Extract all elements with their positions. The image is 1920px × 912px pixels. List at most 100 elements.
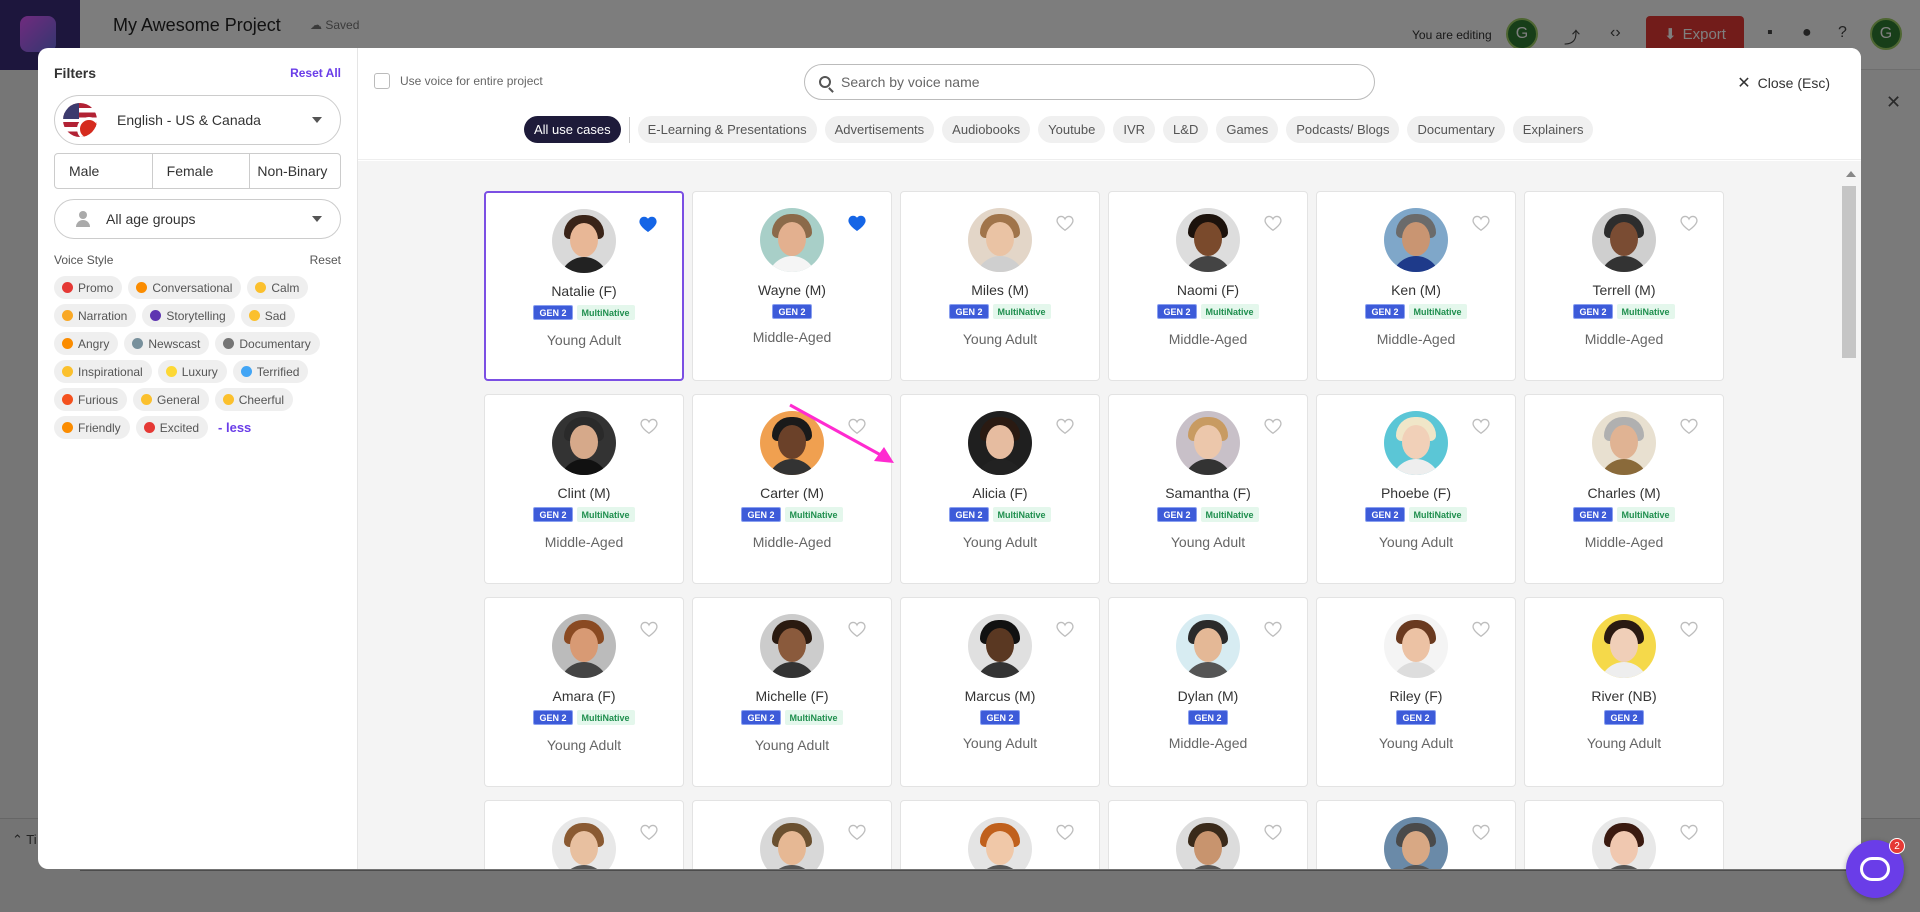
voice-card[interactable]: Phoebe (F) GEN 2 MultiNative Young Adult	[1316, 394, 1516, 584]
voice-card[interactable]	[1316, 800, 1516, 869]
voice-card[interactable]: Wayne (M) GEN 2 Middle-Aged	[692, 191, 892, 381]
multinative-badge: MultiNative	[1408, 304, 1467, 319]
voice-card[interactable]	[692, 800, 892, 869]
voice-style-tag[interactable]: Narration	[54, 304, 137, 327]
multinative-badge: MultiNative	[576, 710, 635, 725]
voice-card[interactable]: Samantha (F) GEN 2 MultiNative Young Adult	[1108, 394, 1308, 584]
use-case-tab[interactable]: Documentary	[1407, 116, 1505, 143]
voice-card[interactable]: Natalie (F) GEN 2 MultiNative Young Adult	[484, 191, 684, 381]
voice-card[interactable]: Alicia (F) GEN 2 MultiNative Young Adult	[900, 394, 1100, 584]
voice-style-reset-button[interactable]: Reset	[310, 253, 341, 267]
heart-outline-icon[interactable]	[640, 418, 658, 435]
heart-outline-icon[interactable]	[848, 824, 866, 841]
voice-card[interactable]	[484, 800, 684, 869]
use-case-tab[interactable]: E-Learning & Presentations	[637, 116, 817, 143]
voice-style-tag[interactable]: Sad	[240, 304, 296, 327]
use-voice-entire-project[interactable]: Use voice for entire project	[374, 73, 543, 89]
voice-style-tag[interactable]: Promo	[54, 276, 123, 299]
voice-style-tag[interactable]: Newscast	[124, 332, 210, 355]
voice-style-tag[interactable]: Angry	[54, 332, 119, 355]
voice-name: Clint (M)	[557, 485, 611, 501]
heart-outline-icon[interactable]	[1264, 418, 1282, 435]
voice-card[interactable]: Marcus (M) GEN 2 Young Adult	[900, 597, 1100, 787]
voice-style-tag[interactable]: Documentary	[215, 332, 320, 355]
use-case-tab[interactable]: Explainers	[1512, 116, 1594, 143]
voice-card[interactable]: Carter (M) GEN 2 MultiNative Middle-Aged	[692, 394, 892, 584]
voice-card[interactable]	[900, 800, 1100, 869]
heart-filled-icon[interactable]	[639, 216, 657, 233]
age-group-select[interactable]: All age groups	[54, 199, 341, 239]
voice-card[interactable]: Terrell (M) GEN 2 MultiNative Middle-Aged	[1524, 191, 1724, 381]
voice-style-label: Sad	[264, 308, 287, 323]
voice-grid-scrollbar[interactable]	[1842, 166, 1859, 869]
voice-style-tag[interactable]: Inspirational	[54, 360, 152, 383]
heart-outline-icon[interactable]	[1056, 621, 1074, 638]
voice-card[interactable]: Amara (F) GEN 2 MultiNative Young Adult	[484, 597, 684, 787]
voice-style-tag[interactable]: Storytelling	[142, 304, 235, 327]
heart-outline-icon[interactable]	[1056, 824, 1074, 841]
heart-outline-icon[interactable]	[1680, 215, 1698, 232]
language-select[interactable]: English - US & Canada	[54, 95, 341, 145]
heart-outline-icon[interactable]	[1472, 824, 1490, 841]
heart-outline-icon[interactable]	[1472, 215, 1490, 232]
reset-all-button[interactable]: Reset All	[290, 66, 341, 80]
show-less-link[interactable]: - less	[218, 420, 251, 435]
voice-card[interactable]: Naomi (F) GEN 2 MultiNative Middle-Aged	[1108, 191, 1308, 381]
voice-avatar	[1384, 817, 1448, 869]
voice-card[interactable]	[1524, 800, 1724, 869]
heart-outline-icon[interactable]	[1472, 621, 1490, 638]
voice-style-tag[interactable]: Conversational	[128, 276, 242, 299]
emoji-icon	[143, 422, 155, 433]
heart-outline-icon[interactable]	[848, 621, 866, 638]
voice-style-tag[interactable]: Luxury	[157, 360, 227, 383]
heart-outline-icon[interactable]	[848, 418, 866, 435]
heart-filled-icon[interactable]	[848, 215, 866, 232]
use-case-tab[interactable]: All use cases	[524, 116, 621, 143]
voice-style-tag[interactable]: General	[133, 388, 209, 411]
heart-outline-icon[interactable]	[1680, 621, 1698, 638]
voice-name: Alicia (F)	[972, 485, 1028, 501]
gender-female-button[interactable]: Female	[153, 154, 251, 188]
use-case-tab[interactable]: L&D	[1163, 116, 1209, 143]
voice-style-tag[interactable]: Calm	[247, 276, 309, 299]
heart-outline-icon[interactable]	[1472, 418, 1490, 435]
voice-card[interactable]: Clint (M) GEN 2 MultiNative Middle-Aged	[484, 394, 684, 584]
search-input[interactable]	[841, 74, 1341, 90]
heart-outline-icon[interactable]	[1680, 824, 1698, 841]
use-case-tab[interactable]: Games	[1216, 116, 1279, 143]
use-case-tab[interactable]: Youtube	[1038, 116, 1106, 143]
gender-nonbinary-button[interactable]: Non-Binary	[250, 154, 340, 188]
voice-card[interactable]: Riley (F) GEN 2 Young Adult	[1316, 597, 1516, 787]
use-case-tab[interactable]: Podcasts/ Blogs	[1286, 116, 1400, 143]
voice-style-tag[interactable]: Furious	[54, 388, 128, 411]
voice-style-tag[interactable]: Terrified	[232, 360, 309, 383]
use-case-tab[interactable]: Audiobooks	[942, 116, 1031, 143]
voice-card[interactable]: Michelle (F) GEN 2 MultiNative Young Adult	[692, 597, 892, 787]
heart-outline-icon[interactable]	[1264, 824, 1282, 841]
heart-outline-icon[interactable]	[1264, 215, 1282, 232]
close-button[interactable]: ✕ Close (Esc)	[1737, 73, 1830, 93]
close-icon: ✕	[1737, 75, 1751, 92]
use-case-tab[interactable]: Advertisements	[824, 116, 935, 143]
voice-style-tag[interactable]: Friendly	[54, 416, 130, 439]
use-voice-checkbox[interactable]	[374, 73, 390, 89]
voice-card[interactable]: Dylan (M) GEN 2 Middle-Aged	[1108, 597, 1308, 787]
heart-outline-icon[interactable]	[640, 621, 658, 638]
voice-card[interactable]: Charles (M) GEN 2 MultiNative Middle-Aged	[1524, 394, 1724, 584]
scroll-thumb[interactable]	[1842, 186, 1856, 358]
gender-male-button[interactable]: Male	[55, 154, 153, 188]
voice-card[interactable]	[1108, 800, 1308, 869]
heart-outline-icon[interactable]	[640, 824, 658, 841]
heart-outline-icon[interactable]	[1264, 621, 1282, 638]
voice-style-tag[interactable]: Excited	[135, 416, 209, 439]
voice-card[interactable]: Ken (M) GEN 2 MultiNative Middle-Aged	[1316, 191, 1516, 381]
use-case-tab[interactable]: IVR	[1113, 116, 1156, 143]
heart-outline-icon[interactable]	[1056, 215, 1074, 232]
heart-outline-icon[interactable]	[1680, 418, 1698, 435]
voice-search[interactable]	[804, 64, 1375, 100]
heart-outline-icon[interactable]	[1056, 418, 1074, 435]
voice-style-tag[interactable]: Cheerful	[214, 388, 294, 411]
scroll-up-icon[interactable]	[1846, 171, 1856, 177]
voice-card[interactable]: River (NB) GEN 2 Young Adult	[1524, 597, 1724, 787]
voice-card[interactable]: Miles (M) GEN 2 MultiNative Young Adult	[900, 191, 1100, 381]
